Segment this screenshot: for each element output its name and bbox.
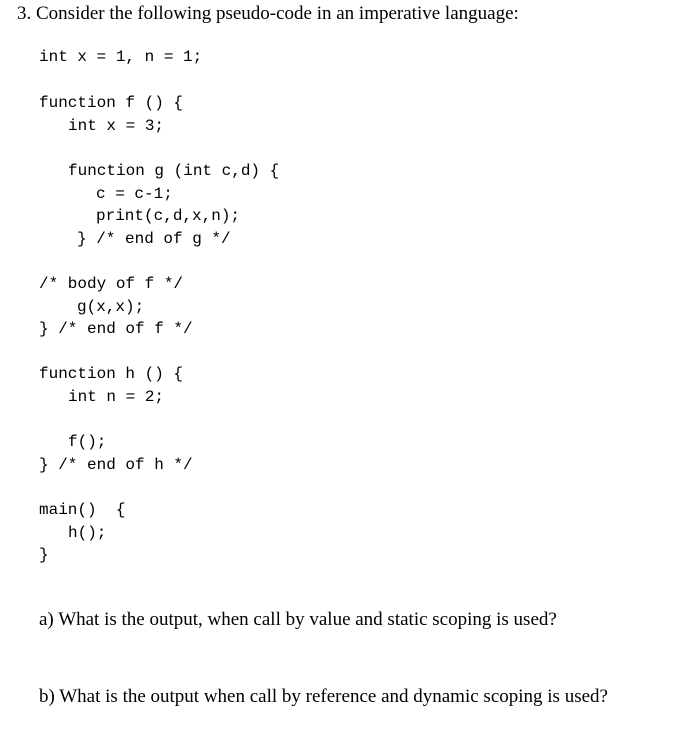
code-line: } /* end of h */ xyxy=(39,456,193,474)
code-line: g(x,x); xyxy=(77,298,145,316)
problem-heading-text: Consider the following pseudo-code in an… xyxy=(36,3,519,24)
problem-heading: 3. Consider the following pseudo-code in… xyxy=(17,2,519,26)
code-line: main() { xyxy=(39,501,126,519)
problem-number: 3. xyxy=(17,3,32,24)
code-line: int x = 3; xyxy=(68,117,165,135)
question-label: a) xyxy=(39,609,54,630)
code-line: function h () { xyxy=(39,365,184,383)
code-line: h(); xyxy=(68,524,107,542)
question-label: b) xyxy=(39,686,55,707)
code-line: print(c,d,x,n); xyxy=(96,207,241,225)
question-text: What is the output when call by referenc… xyxy=(59,686,608,707)
code-line: function f () { xyxy=(39,94,184,112)
code-line: } /* end of f */ xyxy=(39,320,193,338)
code-line: int x = 1, n = 1; xyxy=(39,48,203,66)
question-b: b) What is the output when call by refer… xyxy=(39,685,608,709)
code-line: function g (int c,d) { xyxy=(68,162,280,180)
question-text: What is the output, when call by value a… xyxy=(58,609,557,630)
code-line: int n = 2; xyxy=(68,388,165,406)
code-line: /* body of f */ xyxy=(39,275,184,293)
question-a: a) What is the output, when call by valu… xyxy=(39,608,557,632)
code-line: } xyxy=(39,546,49,564)
code-line: f(); xyxy=(68,433,107,451)
code-line: } /* end of g */ xyxy=(77,230,231,248)
code-line: c = c-1; xyxy=(96,185,173,203)
